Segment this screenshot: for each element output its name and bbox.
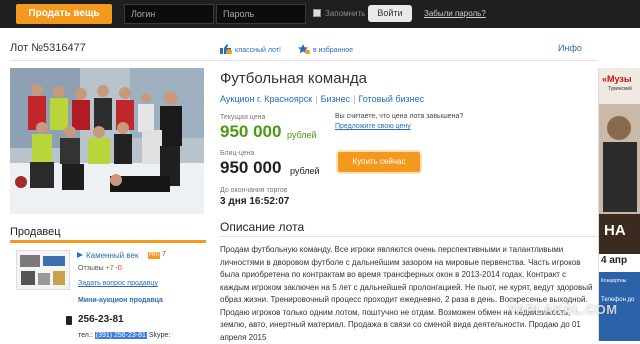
watermark: YAPLAKAL.COM <box>508 302 618 317</box>
breadcrumb-separator: | <box>353 94 356 104</box>
football-team-photo <box>10 68 204 214</box>
buy-now-button[interactable]: Купить сейчас <box>338 152 420 172</box>
tel-label: тел.: <box>78 332 93 339</box>
remember-me-label: Запомнить <box>325 9 366 18</box>
seller-logo-image <box>20 255 65 285</box>
seller-heading: Продавец <box>10 226 61 238</box>
breadcrumb-item[interactable]: Аукцион г. Красноярск <box>220 94 312 104</box>
remember-me-checkbox[interactable]: Запомнить <box>313 9 365 18</box>
lot-number: Лот №5316477 <box>10 42 86 54</box>
password-input[interactable]: Пароль <box>216 4 306 24</box>
sell-item-button[interactable]: Продать вещь <box>16 4 112 24</box>
ad-headline: «Музы <box>602 74 632 84</box>
breadcrumb-item[interactable]: Бизнес <box>321 94 351 104</box>
seller-reviews: Отзывы +7 -0 <box>78 265 122 272</box>
suggest-price-link[interactable]: Предложите свою цену <box>335 123 411 130</box>
pro-number: 7 <box>162 251 166 258</box>
description-heading: Описание лота <box>220 220 305 234</box>
star-icon <box>298 44 310 54</box>
login-button[interactable]: Войти <box>368 5 412 22</box>
ad-date: 4 апр <box>601 255 628 266</box>
skype-label: Skype: <box>148 332 171 339</box>
blitz-price: 950 000 <box>220 158 282 177</box>
reviews-label: Отзывы <box>78 265 104 272</box>
header-divider <box>10 60 598 61</box>
ad-big-text: НА <box>604 222 626 239</box>
lot-photo[interactable] <box>10 68 204 214</box>
favorites-label: в избранное <box>313 47 354 54</box>
login-input[interactable]: Логин <box>124 4 214 24</box>
ad-footer-line-1: Концертны <box>601 278 627 284</box>
current-price: 950 000 <box>220 122 282 141</box>
time-left: 3 дня 16:52:07 <box>220 196 290 207</box>
time-left-label: До окончания торгов <box>220 187 288 194</box>
reviews-negative[interactable]: -0 <box>116 265 122 272</box>
blitz-price-currency: рублей <box>290 166 320 176</box>
classy-lot-label: классный лот! <box>235 47 281 54</box>
mini-auction-link[interactable]: Мини-аукцион продавца <box>78 297 163 304</box>
seller-phone: 256-23-81 <box>78 314 124 325</box>
seller-logo[interactable] <box>16 250 70 290</box>
classy-lot-link[interactable]: классный лот! <box>220 44 281 54</box>
tel-value[interactable]: (391) 256-23-81 <box>94 332 147 339</box>
breadcrumb-item[interactable]: Готовый бизнес <box>358 94 424 104</box>
breadcrumb: Аукцион г. Красноярск | Бизнес | Готовый биз… <box>220 94 424 104</box>
info-link[interactable]: Инфо <box>558 43 582 53</box>
description-text: Продам футбольную команду. Все игроки яв… <box>220 245 593 342</box>
thumbs-up-icon <box>220 44 232 54</box>
blitz-price-label: Блиц-цена <box>220 150 255 157</box>
seller-contacts: тел.: (391) 256-23-81 Skype: <box>78 332 170 339</box>
breadcrumb-separator: | <box>315 94 318 104</box>
price-question: Вы считаете, что цена лота завышена? <box>335 113 464 120</box>
checkbox-icon[interactable] <box>313 9 321 17</box>
phone-icon <box>66 316 72 325</box>
seller-heading-underline <box>10 240 206 243</box>
top-bar: Продать вещь Логин Пароль Запомнить Войт… <box>0 0 640 28</box>
add-to-favorites-link[interactable]: в избранное <box>298 44 353 54</box>
lot-title: Футбольная команда <box>220 70 367 87</box>
ad-subtitle: Тувинский <box>608 86 632 92</box>
current-price-label: Текущая цена <box>220 114 266 121</box>
description-divider <box>220 236 598 237</box>
bullet-icon <box>77 252 83 258</box>
ask-seller-link[interactable]: Задать вопрос продавцу <box>78 280 158 287</box>
reviews-positive[interactable]: +7 <box>106 265 114 272</box>
current-price-currency: рублей <box>287 130 317 140</box>
forgot-password-link[interactable]: Забыли пароль? <box>424 9 486 18</box>
seller-name-link[interactable]: Каменный век <box>86 251 138 260</box>
pro-badge: PRO <box>148 252 160 259</box>
